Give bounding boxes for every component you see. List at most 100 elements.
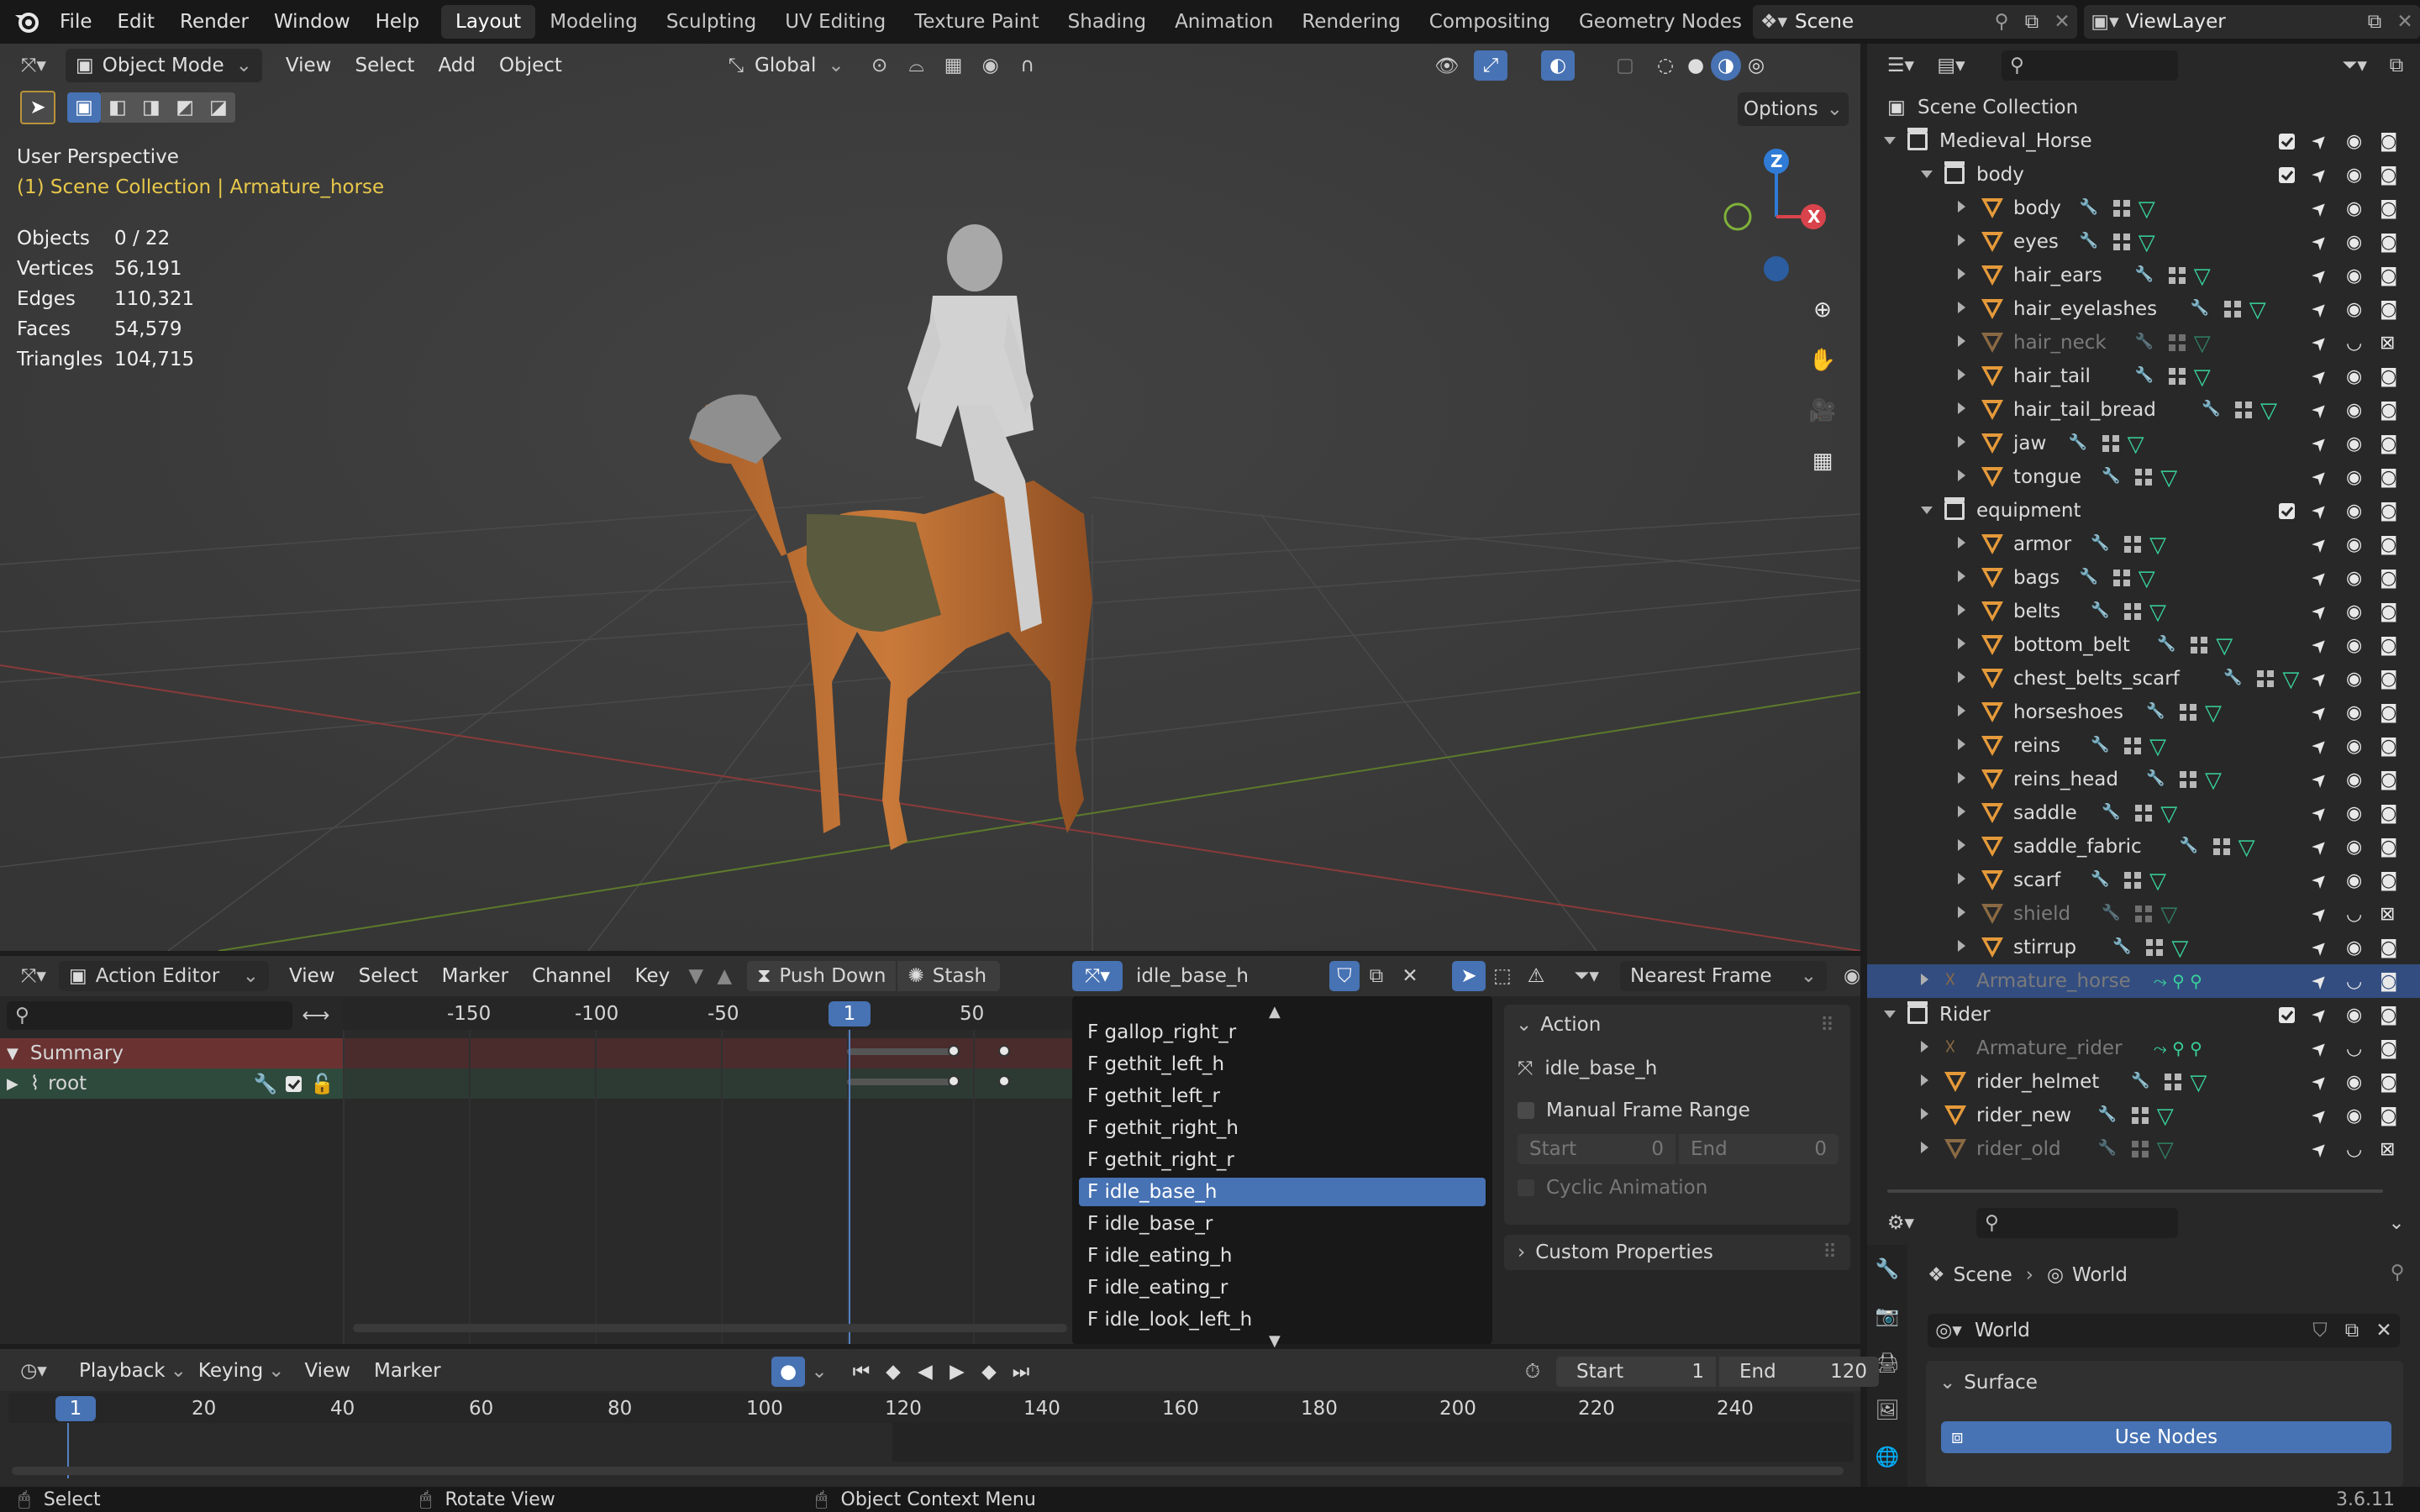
view-layer-selector[interactable]: ▣▾ ViewLayer ⧉ ✕ (2084, 5, 2420, 39)
expand-right-icon[interactable] (1958, 436, 1965, 448)
selectable-arrow-icon[interactable]: ➤ (2307, 935, 2333, 961)
render-camera-icon[interactable]: ◙ (2380, 769, 2397, 790)
eye-icon[interactable]: ◉ (2346, 534, 2362, 555)
channel-summary[interactable]: ▼ Summary (0, 1038, 343, 1068)
eye-icon[interactable]: ◉ (2346, 736, 2362, 757)
expand-right-icon[interactable] (1958, 839, 1965, 851)
vertex-groups-icon[interactable] (2168, 368, 2186, 385)
render-camera-icon[interactable]: ◙ (2380, 1072, 2397, 1093)
selectable-arrow-icon[interactable]: ➤ (2307, 969, 2333, 995)
gizmo-toggle-icon[interactable]: ⤢ (1474, 50, 1507, 81)
modifier-wrench-icon[interactable]: 🔧 (2102, 467, 2120, 485)
keyframe[interactable] (998, 1045, 1010, 1057)
eye-icon[interactable]: ◉ (2346, 131, 2362, 152)
stash-button[interactable]: ✺ Stash (897, 961, 1001, 991)
eye-icon[interactable]: ◉ (2346, 299, 2362, 320)
play-icon[interactable]: ▶ (941, 1361, 973, 1383)
expand-right-icon[interactable] (1921, 1074, 1928, 1086)
render-camera-icon[interactable]: ◙ (2380, 131, 2397, 152)
outliner-row[interactable]: horseshoes 🔧 ▽ ➤ ◉ ◙ (1867, 696, 2420, 729)
playhead-line[interactable] (849, 1030, 850, 1344)
surface-header[interactable]: ⌄ Surface (1939, 1366, 2038, 1399)
menu-object[interactable]: Object (487, 49, 574, 82)
vertex-groups-icon[interactable] (2112, 234, 2130, 250)
horizontal-scrollbar[interactable] (353, 1324, 1067, 1332)
vertex-groups-icon[interactable] (2135, 469, 2153, 486)
keyframe[interactable] (948, 1075, 960, 1087)
vertex-groups-icon[interactable] (2124, 872, 2141, 889)
chevron-down-icon[interactable]: ⌄ (2380, 1212, 2413, 1234)
menu-window[interactable]: Window (261, 0, 363, 44)
vertex-groups-icon[interactable] (2135, 805, 2153, 822)
selectable-arrow-icon[interactable]: ➤ (2307, 1036, 2333, 1062)
expand-down-icon[interactable] (1921, 507, 1933, 514)
menu-playback[interactable]: Playback (67, 1354, 177, 1388)
exclude-checkbox[interactable] (2279, 503, 2295, 519)
remove-view-layer-icon[interactable]: ✕ (2390, 11, 2420, 33)
selectable-arrow-icon[interactable]: ➤ (2307, 1002, 2333, 1028)
unlink-icon[interactable]: ✕ (1393, 965, 1427, 987)
blender-logo-icon[interactable] (12, 8, 42, 35)
vertex-groups-icon[interactable] (2223, 301, 2241, 318)
expand-right-icon[interactable] (1921, 974, 1928, 985)
selectable-arrow-icon[interactable]: ➤ (2307, 901, 2333, 927)
snap-icon[interactable]: ⌓ (898, 55, 935, 76)
vertex-groups-icon[interactable] (2165, 1074, 2182, 1090)
outliner-row[interactable]: ☓ Armature_horse ⤳ ⚲ ⚲ ➤ ◡ ◙ (1867, 964, 2420, 998)
mesh-data-icon[interactable]: ▽ (2149, 734, 2166, 759)
view-layer-tab-icon[interactable]: 🖼 (1867, 1386, 1907, 1433)
mesh-data-icon[interactable]: ▽ (2205, 701, 2222, 726)
menu-render[interactable]: Render (167, 0, 261, 44)
camera-icon[interactable]: 🎥 (1805, 393, 1840, 428)
outliner-row[interactable]: belts 🔧 ▽ ➤ ◉ ◙ (1867, 595, 2420, 628)
editor-type-icon[interactable]: ☰▾ (1876, 55, 1926, 76)
eye-icon[interactable]: ◉ (2346, 1072, 2362, 1093)
custom-properties-panel[interactable]: › Custom Properties ⠿ (1504, 1235, 1850, 1270)
expand-right-icon[interactable] (1958, 671, 1965, 683)
mesh-data-icon[interactable]: ▽ (2160, 465, 2177, 491)
outliner-scrollbar[interactable] (1887, 1189, 2383, 1193)
render-camera-icon[interactable]: ◙ (2380, 601, 2397, 622)
mesh-data-icon[interactable]: ▽ (2194, 331, 2211, 356)
modifier-wrench-icon[interactable]: 🔧 (2112, 937, 2131, 955)
vertex-groups-icon[interactable] (2180, 704, 2196, 721)
overlays-toggle-icon[interactable]: ◐ (1541, 50, 1575, 81)
duplicate-icon[interactable]: ⧉ (1360, 965, 1393, 987)
expand-right-icon[interactable] (1958, 402, 1965, 414)
render-camera-icon[interactable]: ◙ (2380, 467, 2397, 488)
eye-icon[interactable]: ◉ (2346, 501, 2362, 522)
filter-icon[interactable]: ⏷▾ (2329, 55, 2380, 76)
action-list-item[interactable]: F idle_base_r (1079, 1210, 1486, 1238)
menu-channel[interactable]: Channel (520, 959, 623, 993)
selectable-arrow-icon[interactable]: ➤ (2307, 229, 2333, 255)
menu-key[interactable]: Key (623, 959, 682, 993)
render-camera-icon[interactable]: ◙ (2380, 534, 2397, 555)
render-camera-icon[interactable]: ◙ (2380, 400, 2397, 421)
render-camera-icon[interactable]: ◙ (2380, 366, 2397, 387)
snap-mode-selector[interactable]: Nearest Frame ⌄ (1620, 961, 1827, 991)
falloff-icon[interactable]: ∩ (1009, 55, 1046, 76)
expand-right-icon[interactable] (1958, 604, 1965, 616)
new-scene-icon[interactable]: ⧉ (2017, 11, 2047, 33)
modifier-wrench-icon[interactable]: 🔧 (2091, 736, 2109, 753)
selectable-arrow-icon[interactable]: ➤ (2307, 834, 2333, 860)
selectable-arrow-icon[interactable]: ➤ (2307, 196, 2333, 222)
outliner-row[interactable]: ☓ Armature_rider ⤳ ⚲ ⚲ ➤ ◡ ◙ (1867, 1032, 2420, 1065)
pin-icon[interactable]: ⚲ (2385, 1262, 2410, 1284)
eye-icon[interactable]: ◉ (2346, 265, 2362, 286)
selectable-arrow-icon[interactable]: ➤ (2307, 565, 2333, 591)
dopesheet-mode-selector[interactable]: ▣ Action Editor ⌄ (59, 961, 269, 991)
mesh-data-icon[interactable]: ▽ (2216, 633, 2233, 659)
channel-root[interactable]: ▶ ⌇ root 🔧 🔓 (0, 1068, 343, 1099)
tab-animation[interactable]: Animation (1160, 5, 1287, 39)
outliner-row[interactable]: equipment ➤ ◉ ◙ (1867, 494, 2420, 528)
modifier-wrench-icon[interactable]: 🔧 (2135, 265, 2154, 283)
select-box-new-icon[interactable]: ▣ (67, 92, 101, 123)
eye-icon[interactable]: ◉ (2346, 1105, 2362, 1126)
outliner-row[interactable]: eyes 🔧 ▽ ➤ ◉ ◙ (1867, 225, 2420, 259)
eye-closed-icon[interactable]: ◡ (2346, 971, 2362, 992)
mesh-data-icon[interactable]: ▽ (2157, 1137, 2174, 1163)
select-tool-icon[interactable]: ➤ (20, 91, 55, 124)
mesh-data-icon[interactable]: ▽ (2139, 230, 2155, 255)
action-list-item[interactable]: F idle_eating_r (1079, 1273, 1486, 1302)
